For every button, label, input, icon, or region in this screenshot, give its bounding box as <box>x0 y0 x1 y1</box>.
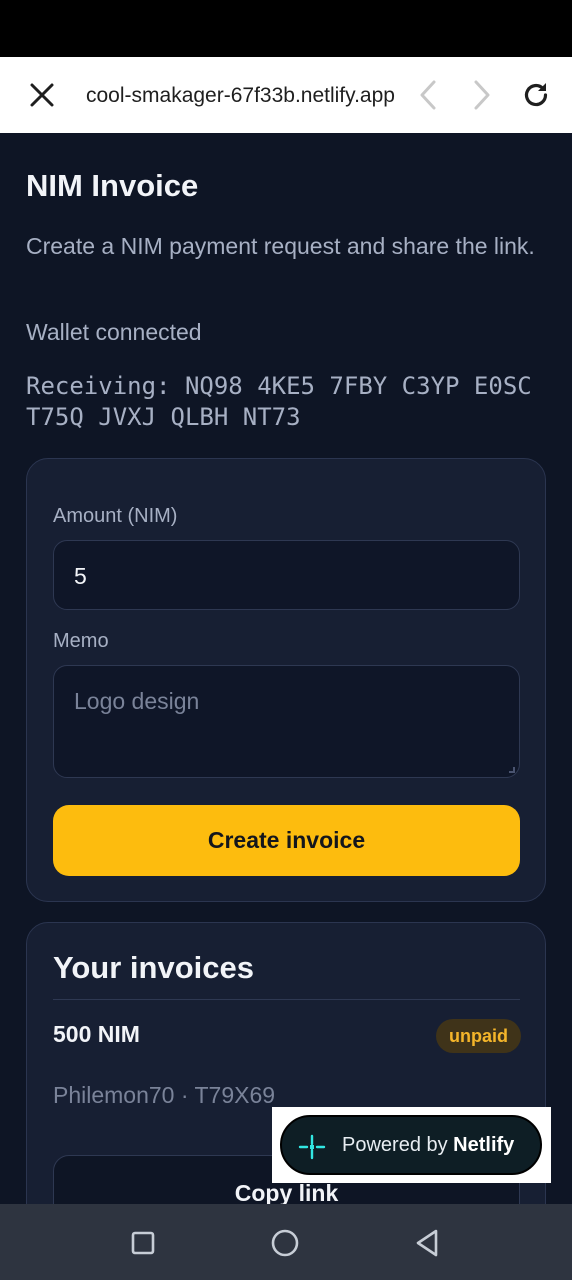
chevron-right-icon <box>474 80 490 110</box>
netlify-badge-container: Powered by Netlify <box>272 1107 551 1183</box>
netlify-prefix: Powered by <box>342 1134 454 1156</box>
memo-placeholder: Logo design <box>74 688 200 714</box>
page-subtitle: Create a NIM payment request and share t… <box>26 233 535 259</box>
amount-input[interactable]: 5 <box>53 540 520 610</box>
forward-button[interactable] <box>462 75 502 115</box>
status-bar <box>0 0 572 57</box>
wallet-status: Wallet connected <box>26 319 202 345</box>
close-icon <box>30 83 54 107</box>
back-button[interactable] <box>408 75 448 115</box>
create-invoice-button[interactable]: Create invoice <box>53 805 520 876</box>
system-back-button[interactable] <box>408 1224 446 1262</box>
netlify-brand: Netlify <box>453 1134 515 1156</box>
amount-label: Amount (NIM) <box>53 505 178 527</box>
divider <box>53 999 520 1000</box>
receiving-address: Receiving: NQ98 4KE5 7FBY C3YP E0SC T75Q… <box>26 372 532 431</box>
invoice-amount: 500 NIM <box>53 1021 140 1047</box>
invoice-form-card: Amount (NIM) 5 Memo Logo design Create i… <box>26 458 546 902</box>
page-content: NIM Invoice Create a NIM payment request… <box>0 133 572 1204</box>
invoices-title: Your invoices <box>53 950 254 985</box>
netlify-logo-icon <box>298 1134 326 1160</box>
memo-label: Memo <box>53 630 109 652</box>
status-badge: unpaid <box>436 1019 521 1053</box>
system-navigation-bar <box>0 1204 572 1280</box>
memo-input[interactable]: Logo design <box>53 665 520 778</box>
triangle-back-icon <box>416 1229 438 1257</box>
netlify-badge-text: Powered by Netlify <box>342 1132 514 1158</box>
reload-button[interactable] <box>516 75 556 115</box>
invoice-meta: Philemon70 · T79X69 <box>53 1082 276 1108</box>
page-title: NIM Invoice <box>26 168 199 203</box>
square-icon <box>131 1231 155 1255</box>
circle-icon <box>271 1229 299 1257</box>
home-button[interactable] <box>266 1224 304 1262</box>
resize-grip-icon[interactable] <box>509 767 515 773</box>
chevron-left-icon <box>420 80 436 110</box>
close-tab-button[interactable] <box>22 75 62 115</box>
address-bar[interactable]: cool-smakager-67f33b.netlify.app <box>86 81 418 111</box>
browser-toolbar: cool-smakager-67f33b.netlify.app <box>0 57 572 133</box>
netlify-badge[interactable]: Powered by Netlify <box>280 1115 542 1175</box>
reload-icon <box>524 83 548 107</box>
recents-button[interactable] <box>124 1224 162 1262</box>
